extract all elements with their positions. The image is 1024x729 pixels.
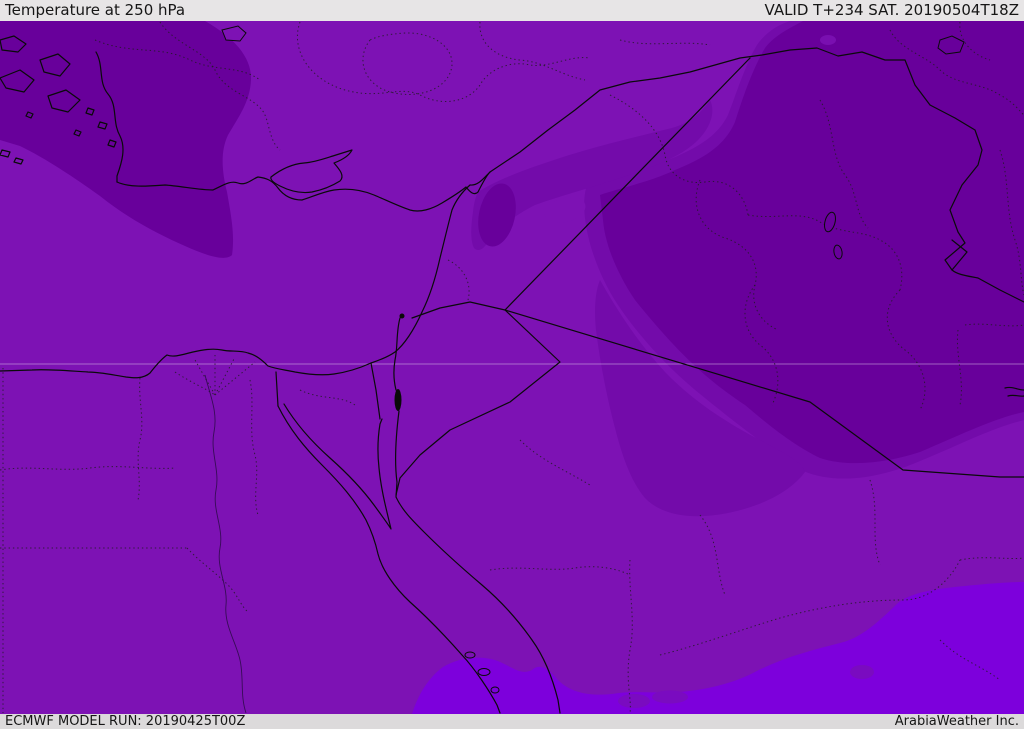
temp-spot-light bbox=[820, 35, 836, 45]
temp-oval-2 bbox=[652, 690, 688, 704]
valid-time-label: VALID T+234 SAT. 20190504T18Z bbox=[764, 1, 1019, 19]
title-bar: Temperature at 250 hPa VALID T+234 SAT. … bbox=[0, 0, 1024, 21]
status-bar: ECMWF MODEL RUN: 20190425T00Z ArabiaWeat… bbox=[0, 714, 1024, 729]
map-title: Temperature at 250 hPa bbox=[5, 1, 186, 19]
model-run-label: ECMWF MODEL RUN: 20190425T00Z bbox=[5, 714, 246, 729]
temp-oval-3 bbox=[850, 665, 874, 679]
temp-oval-1 bbox=[618, 694, 650, 708]
map-container bbox=[0, 21, 1024, 714]
brand-label: ArabiaWeather Inc. bbox=[894, 714, 1019, 729]
dead-sea bbox=[394, 389, 402, 411]
weather-map bbox=[0, 21, 1024, 714]
